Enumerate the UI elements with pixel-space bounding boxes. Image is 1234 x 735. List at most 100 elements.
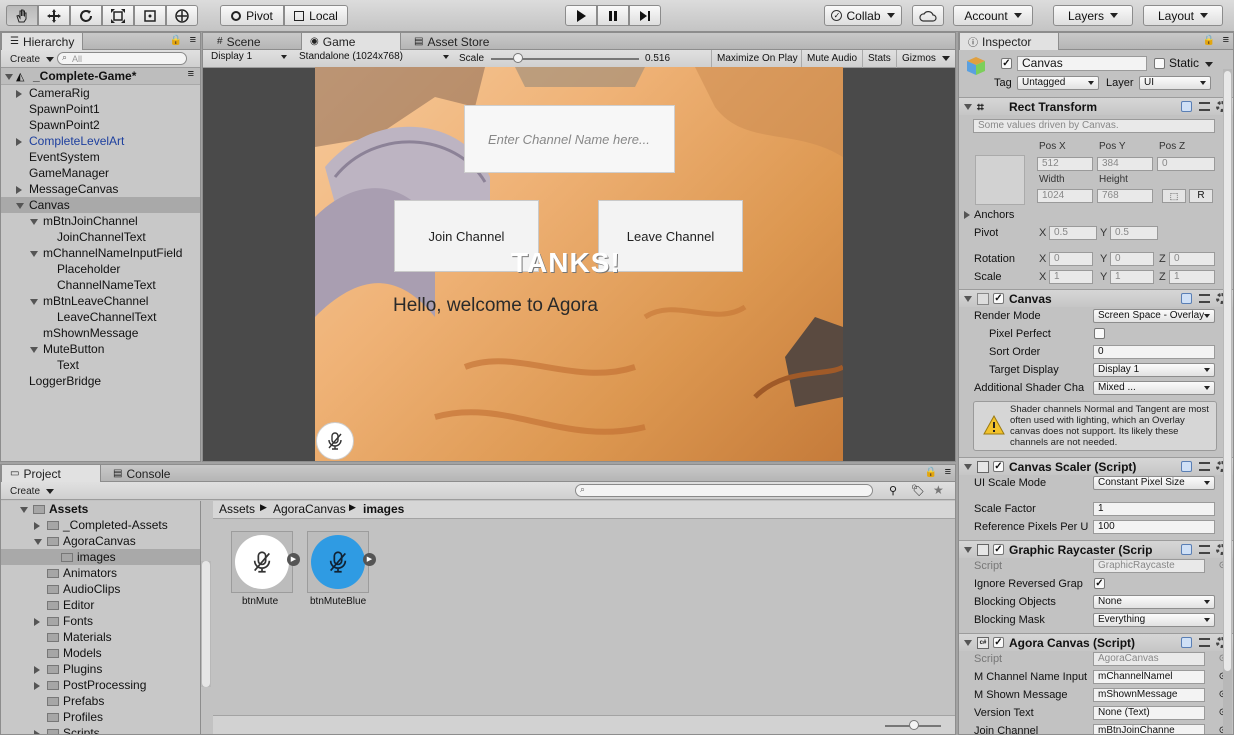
breadcrumb-agoracanvas[interactable]: AgoraCanvas — [273, 502, 346, 516]
hierarchy-item[interactable]: Canvas — [1, 197, 200, 213]
filter-by-label-icon[interactable]: 🏷 — [911, 484, 925, 497]
tab-inspector[interactable]: ⓘ Inspector — [959, 33, 1059, 50]
project-tree-item[interactable]: Editor — [1, 597, 200, 613]
raycaster-enabled-checkbox[interactable]: ✓ — [993, 544, 1004, 555]
transform-tool-button[interactable] — [166, 5, 198, 26]
asset-btnmuteblue[interactable] — [307, 531, 369, 593]
preset-icon[interactable] — [1198, 102, 1210, 111]
breadcrumb-images[interactable]: images — [363, 502, 404, 516]
project-lock-icon[interactable]: 🔒 — [925, 467, 937, 478]
version-text-ref-field[interactable]: None (Text) — [1093, 706, 1205, 720]
tab-project[interactable]: ▭ Project — [1, 465, 101, 482]
book-icon[interactable] — [1181, 637, 1192, 648]
project-tree-item[interactable]: PostProcessing — [1, 677, 200, 693]
hierarchy-item[interactable]: LeaveChannelText — [1, 309, 200, 325]
chevron-right-icon[interactable] — [16, 138, 22, 146]
pause-button[interactable] — [597, 5, 629, 26]
icon-size-slider[interactable] — [885, 720, 941, 730]
chevron-right-icon[interactable] — [16, 90, 22, 98]
asset-btnmute[interactable] — [231, 531, 293, 593]
chevron-down-icon[interactable] — [30, 251, 38, 257]
pivot-toggle[interactable]: Pivot — [220, 5, 284, 26]
tree-scroll-thumb[interactable] — [202, 561, 210, 687]
panel-menu-icon[interactable]: ≡ — [190, 34, 196, 46]
tab-console[interactable]: ▤ Console — [105, 465, 178, 482]
hierarchy-item[interactable]: SpawnPoint2 — [1, 117, 200, 133]
scale-tool-button[interactable] — [102, 5, 134, 26]
reference-pixels-field[interactable]: 100 — [1093, 520, 1215, 534]
agora-enabled-checkbox[interactable]: ✓ — [993, 637, 1004, 648]
collab-dropdown[interactable]: ✓ Collab — [824, 5, 902, 26]
active-checkbox[interactable]: ✓ — [1001, 58, 1012, 69]
hierarchy-item[interactable]: ChannelNameText — [1, 277, 200, 293]
project-create-button[interactable]: Create — [5, 484, 59, 498]
breadcrumb-assets[interactable]: Assets — [219, 502, 255, 516]
step-button[interactable] — [629, 5, 661, 26]
blocking-mask-dropdown[interactable]: Everything — [1093, 613, 1215, 627]
layers-dropdown[interactable]: Layers — [1053, 5, 1133, 26]
account-dropdown[interactable]: Account — [953, 5, 1033, 26]
canvas-enabled-checkbox[interactable]: ✓ — [993, 293, 1004, 304]
tab-scene[interactable]: # Scene — [209, 33, 269, 50]
play-button[interactable] — [565, 5, 597, 26]
project-tree-item[interactable]: Profiles — [1, 709, 200, 725]
hand-tool-button[interactable] — [6, 5, 38, 26]
project-menu-icon[interactable]: ≡ — [945, 466, 951, 478]
pos-x-field[interactable]: 512 — [1037, 157, 1093, 171]
render-mode-dropdown[interactable]: Screen Space - Overlay — [1093, 309, 1215, 323]
channel-name-input[interactable]: Enter Channel Name here... — [464, 105, 675, 173]
layout-dropdown[interactable]: Layout — [1143, 5, 1223, 26]
preset-icon[interactable] — [1198, 638, 1210, 647]
chevron-right-icon[interactable] — [34, 666, 40, 674]
preset-icon[interactable] — [1198, 294, 1210, 303]
gizmos-dropdown[interactable]: Gizmos — [896, 50, 950, 68]
hierarchy-item[interactable]: mShownMessage — [1, 325, 200, 341]
filter-by-type-icon[interactable]: ⚲ — [889, 484, 897, 497]
hierarchy-item[interactable]: CameraRig — [1, 85, 200, 101]
rot-y-field[interactable]: 0 — [1110, 252, 1154, 266]
scale-y-field[interactable]: 1 — [1110, 270, 1154, 284]
project-tree-item[interactable]: Prefabs — [1, 693, 200, 709]
target-display-dropdown[interactable]: Display 1 — [1093, 363, 1215, 377]
graphic-raycaster-header[interactable]: ✓ Graphic Raycaster (Scrip — [959, 540, 1233, 558]
ignore-reversed-checkbox[interactable]: ✓ — [1094, 578, 1105, 589]
scene-header[interactable]: ◭ _Complete-Game* ≡ — [1, 68, 200, 85]
project-tree-item[interactable]: Animators — [1, 565, 200, 581]
rect-transform-header[interactable]: ⌗ Rect Transform — [959, 97, 1233, 115]
hierarchy-create-button[interactable]: Create — [5, 52, 59, 66]
rotate-tool-button[interactable] — [70, 5, 102, 26]
layer-dropdown[interactable]: UI — [1139, 76, 1211, 90]
canvas-scaler-header[interactable]: ✓ Canvas Scaler (Script) — [959, 457, 1233, 475]
chevron-right-icon[interactable] — [34, 682, 40, 690]
shown-message-ref-field[interactable]: mShownMessage — [1093, 688, 1205, 702]
chevron-down-icon[interactable] — [30, 219, 38, 225]
project-search-input[interactable] — [575, 484, 873, 497]
tab-asset-store[interactable]: ▤ Asset Store — [406, 33, 497, 50]
project-tree-item[interactable]: Assets — [1, 501, 200, 517]
project-tree-item[interactable]: AudioClips — [1, 581, 200, 597]
scale-slider[interactable] — [491, 53, 639, 63]
hierarchy-item[interactable]: SpawnPoint1 — [1, 101, 200, 117]
rot-x-field[interactable]: 0 — [1049, 252, 1093, 266]
agora-canvas-header[interactable]: c# ✓ Agora Canvas (Script) — [959, 633, 1233, 651]
hierarchy-item[interactable]: CompleteLevelArt — [1, 133, 200, 149]
blueprint-mode-button[interactable]: ⬚ — [1162, 189, 1186, 203]
join-channel-ref-field[interactable]: mBtnJoinChanne — [1093, 724, 1205, 734]
scene-menu-icon[interactable]: ≡ — [188, 68, 194, 80]
expand-sprite-icon[interactable]: ▶ — [363, 553, 376, 566]
hierarchy-item[interactable]: mBtnJoinChannel — [1, 213, 200, 229]
book-icon[interactable] — [1181, 293, 1192, 304]
hierarchy-item[interactable]: JoinChannelText — [1, 229, 200, 245]
display-dropdown[interactable]: Display 1 — [207, 51, 291, 65]
chevron-right-icon[interactable] — [16, 186, 22, 194]
hierarchy-item[interactable]: Text — [1, 357, 200, 373]
hierarchy-item[interactable]: EventSystem — [1, 149, 200, 165]
ui-scale-mode-dropdown[interactable]: Constant Pixel Size — [1093, 476, 1215, 490]
preset-icon[interactable] — [1198, 545, 1210, 554]
project-tree-item[interactable]: Fonts — [1, 613, 200, 629]
maximize-on-play-toggle[interactable]: Maximize On Play — [711, 50, 798, 68]
hierarchy-item[interactable]: MessageCanvas — [1, 181, 200, 197]
pivot-y-field[interactable]: 0.5 — [1110, 226, 1158, 240]
pos-z-field[interactable]: 0 — [1157, 157, 1215, 171]
preset-icon[interactable] — [1198, 462, 1210, 471]
